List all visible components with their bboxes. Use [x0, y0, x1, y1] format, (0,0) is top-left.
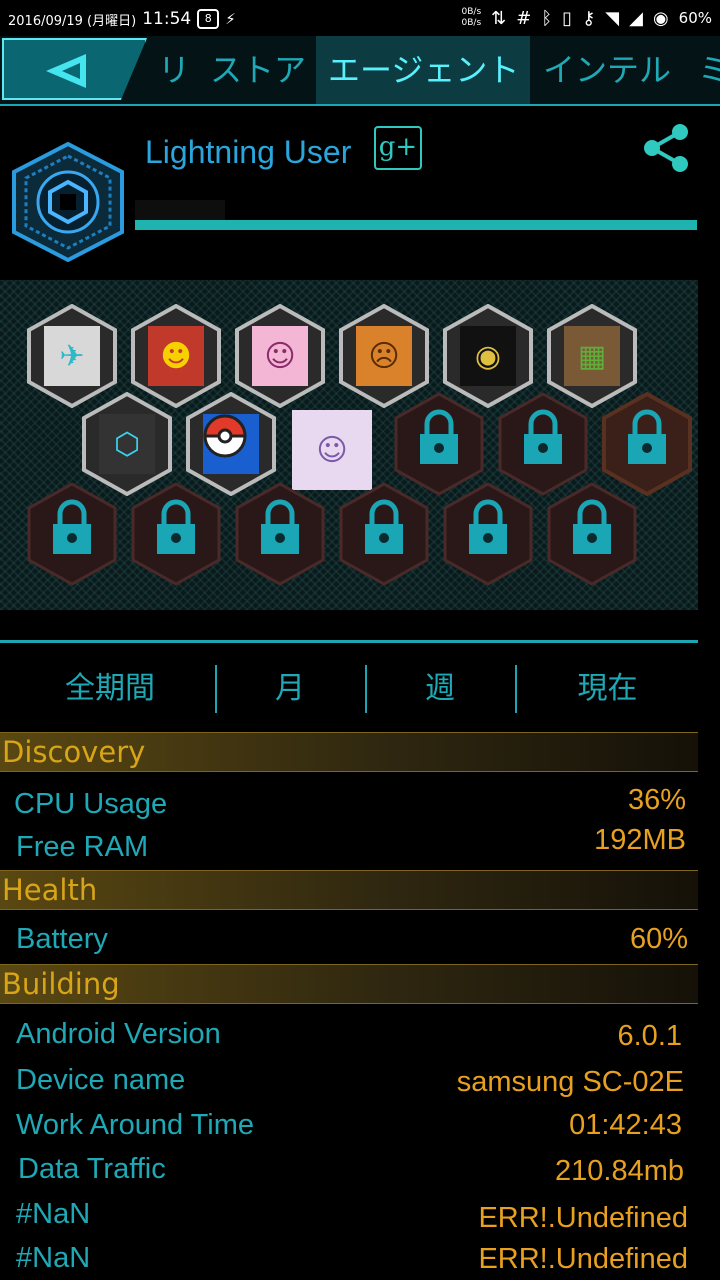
section-health: Health [0, 870, 698, 910]
badge-locked-8[interactable] [441, 482, 535, 586]
badge-locked-2[interactable] [496, 392, 590, 496]
period-divider [365, 665, 367, 713]
hashtag-icon: # [516, 7, 532, 29]
data-transfer-icon: ⇅ [491, 7, 507, 29]
status-bar: 2016/09/19 (月曜日) 11:54 8 ⚡ 0B/s 0B/s ⇅ #… [0, 0, 720, 36]
notification-icon: 8 [197, 9, 220, 29]
network-speed: 0B/s 0B/s [462, 7, 482, 29]
badge-locked-9[interactable] [545, 482, 639, 586]
stat-label-nan-2: #NaN [16, 1242, 91, 1274]
share-icon[interactable] [640, 122, 692, 174]
stat-label-android-version: Android Version [16, 1018, 221, 1050]
period-tabs: 全期間 月 週 現在 [0, 640, 698, 730]
stat-label-cpu: CPU Usage [14, 788, 168, 820]
status-time: 11:54 [142, 9, 192, 29]
dark-figure-icon: ◉ [460, 326, 516, 386]
stat-value-android-version: 6.0.1 [617, 1020, 683, 1052]
agent-name: Lightning User [145, 134, 352, 170]
anime-portrait-icon: ☺ [292, 410, 372, 490]
status-date: 2016/09/19 (月曜日) [8, 13, 137, 29]
stat-label-work-time: Work Around Time [16, 1109, 255, 1141]
net-down-speed: 0B/s [461, 18, 482, 28]
badge-locked-5[interactable] [129, 482, 223, 586]
period-divider [215, 665, 217, 713]
agent-profile: Lightning User g+ [0, 108, 720, 268]
lightning-icon: ⚡ [225, 10, 236, 28]
section-discovery: Discovery [0, 732, 698, 772]
badge-locked-4[interactable] [25, 482, 119, 586]
clash-icon: ☹ [356, 326, 412, 386]
stat-value-data-traffic: 210.84mb [555, 1155, 684, 1187]
stat-value-ram: 192MB [594, 824, 686, 856]
monster-icon: ☻ [148, 326, 204, 386]
stat-value-nan-2: ERR!.Undefined [478, 1243, 688, 1275]
stat-label-nan-1: #NaN [16, 1198, 91, 1230]
pokeball-icon [203, 414, 259, 474]
anime-girl-icon: ☺ [252, 326, 308, 386]
battery-percent: 60% [678, 9, 712, 27]
tab-partial-left[interactable]: リ [158, 36, 190, 104]
period-week[interactable]: 週 [370, 665, 510, 713]
tab-store[interactable]: ストア [210, 36, 306, 104]
tab-agent[interactable]: エージェント [316, 36, 530, 104]
badge-locked-6[interactable] [233, 482, 327, 586]
stat-label-device-name: Device name [16, 1064, 186, 1096]
period-divider [515, 665, 517, 713]
tab-bar: リ ストア エージェント インテル ミ [0, 36, 720, 106]
period-all-time[interactable]: 全期間 [30, 665, 190, 713]
ingress-icon: ⬡ [99, 414, 155, 474]
tab-intel[interactable]: インテル [543, 36, 671, 104]
bluetooth-icon: ᛒ [541, 7, 553, 29]
wifi-icon: ◥ [605, 7, 620, 29]
xp-shadow [135, 200, 225, 220]
badge-locked-7[interactable] [337, 482, 431, 586]
battery-charging-icon: ◉ [652, 7, 669, 29]
badge-ingress[interactable]: ⬡ [80, 392, 174, 496]
badge-pokeball[interactable] [184, 392, 278, 496]
stat-label-battery: Battery [16, 923, 108, 955]
minecraft-icon: ▦ [564, 326, 620, 386]
back-button[interactable] [2, 38, 147, 100]
stat-value-battery: 60% [629, 923, 688, 955]
period-now[interactable]: 現在 [520, 665, 695, 713]
stat-value-cpu: 36% [627, 784, 686, 816]
aircraft-icon: ✈ [44, 326, 100, 386]
signal-icon: ◢ [629, 7, 643, 29]
net-up-speed: 0B/s [461, 7, 482, 17]
badge-locked-1[interactable] [392, 392, 486, 496]
back-arrow-inner [62, 63, 80, 79]
agent-level-icon[interactable] [10, 142, 126, 262]
stat-value-nan-1: ERR!.Undefined [478, 1202, 688, 1234]
period-month[interactable]: 月 [220, 665, 360, 713]
tab-partial-right[interactable]: ミ [698, 36, 720, 104]
stat-label-ram: Free RAM [16, 831, 149, 863]
stat-label-data-traffic: Data Traffic [18, 1153, 166, 1185]
section-building: Building [0, 964, 698, 1004]
badge-locked-3[interactable] [600, 392, 694, 496]
xp-progress-bar [135, 220, 697, 230]
badge-grid: ✈ ☻ ☺ ☹ ◉ ▦ ⬡ ☺ [0, 280, 698, 610]
stat-value-device-name: samsung SC-02E [456, 1066, 684, 1098]
stat-value-work-time: 01:42:43 [569, 1109, 682, 1141]
vibrate-icon: ▯ [562, 7, 573, 29]
key-icon: ⚷ [582, 7, 596, 29]
google-plus-icon[interactable]: g+ [374, 126, 422, 170]
badge-anime-portrait[interactable]: ☺ [288, 392, 382, 496]
